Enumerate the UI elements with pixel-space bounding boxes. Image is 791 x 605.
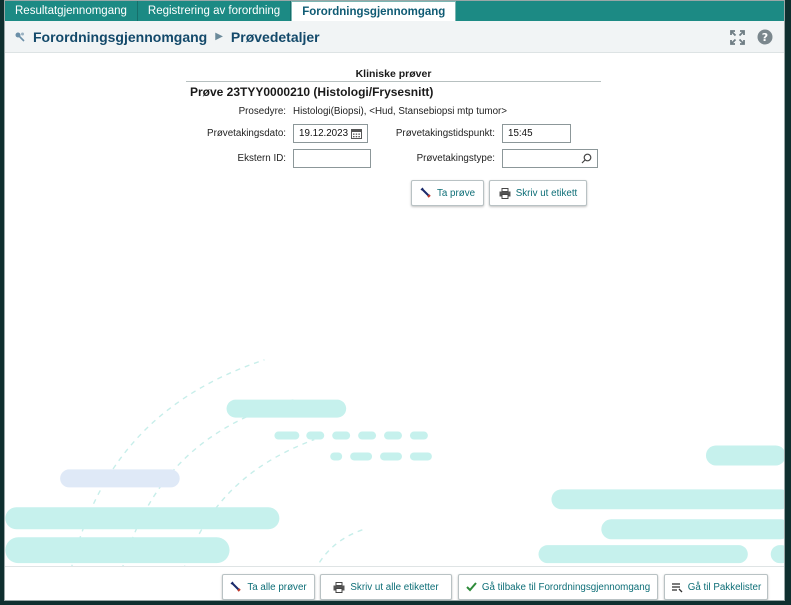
date-field[interactable]: 19.12.2023 <box>293 124 368 143</box>
back-to-review-button[interactable]: Gå tilbake til Forordningsgjennomgang <box>458 574 658 600</box>
svg-text:?: ? <box>762 31 768 44</box>
tab-registrering-av-forordning[interactable]: Registrering av forordning <box>138 1 292 21</box>
page-title: Prøvedetaljer <box>230 28 320 45</box>
help-icon[interactable]: ? <box>756 28 774 46</box>
go-to-packlists-label: Gå til Pakkelister <box>687 581 762 593</box>
take-all-samples-button[interactable]: Ta alle prøver <box>222 574 315 600</box>
time-label: Prøvetakingstidspunkt: <box>395 128 495 139</box>
tab-bar: Resultatgjennomgang Registrering av foro… <box>5 1 784 21</box>
footer-bar: Ta alle prøver Skriv ut alle etiketter G… <box>5 566 784 600</box>
external-id-label: Ekstern ID: <box>237 153 286 164</box>
external-id-field[interactable] <box>293 149 371 168</box>
back-to-review-label: Gå tilbake til Forordningsgjennomgang <box>481 581 651 593</box>
time-value: 15:45 <box>508 128 533 139</box>
expand-icon[interactable] <box>728 28 746 46</box>
checkmark-icon <box>466 582 477 592</box>
procedure-value: Histologi(Biopsi), <Hud, Stansebiopsi mt… <box>293 106 507 117</box>
pin-icon <box>13 30 27 44</box>
take-all-samples-label: Ta alle prøver <box>247 581 307 593</box>
sample-details-panel: Kliniske prøver Prøve 23TYY0000210 (Hist… <box>5 54 784 566</box>
printer-icon <box>499 187 511 199</box>
date-value: 19.12.2023 <box>299 128 349 139</box>
syringe-icon <box>230 581 242 592</box>
print-all-labels-label: Skriv ut alle etiketter <box>350 581 439 593</box>
list-icon <box>671 582 683 592</box>
tab-resultatgjennomgang[interactable]: Resultatgjennomgang <box>5 1 138 21</box>
printer-icon <box>333 581 345 593</box>
calendar-icon[interactable] <box>350 127 363 140</box>
chevron-right-icon: ▶ <box>215 31 223 42</box>
sample-title: Prøve 23TYY0000210 (Histologi/Frysesnitt… <box>190 85 434 99</box>
breadcrumb: Forordningsgjennomgang ▶ Prøvedetaljer ? <box>5 21 784 53</box>
procedure-label: Prosedyre: <box>238 106 286 117</box>
sample-type-label: Prøvetakingstype: <box>416 153 495 164</box>
print-label-label: Skriv ut etikett <box>515 187 578 199</box>
time-field[interactable]: 15:45 <box>502 124 571 143</box>
date-label: Prøvetakingsdato: <box>207 128 286 139</box>
section-title: Kliniske prøver <box>186 68 601 82</box>
go-to-packlists-button[interactable]: Gå til Pakkelister <box>664 574 768 600</box>
print-label-button[interactable]: Skriv ut etikett <box>489 180 587 206</box>
print-all-labels-button[interactable]: Skriv ut alle etiketter <box>320 574 452 600</box>
take-sample-button[interactable]: Ta prøve <box>411 180 484 206</box>
search-icon[interactable] <box>580 152 593 165</box>
sample-type-field[interactable] <box>502 149 598 168</box>
breadcrumb-root[interactable]: Forordningsgjennomgang <box>33 29 207 45</box>
syringe-icon <box>420 187 431 198</box>
tab-forordningsgjennomgang[interactable]: Forordningsgjennomgang <box>291 1 457 21</box>
take-sample-label: Ta prøve <box>436 187 476 199</box>
app-window: Resultatgjennomgang Registrering av foro… <box>4 0 785 601</box>
